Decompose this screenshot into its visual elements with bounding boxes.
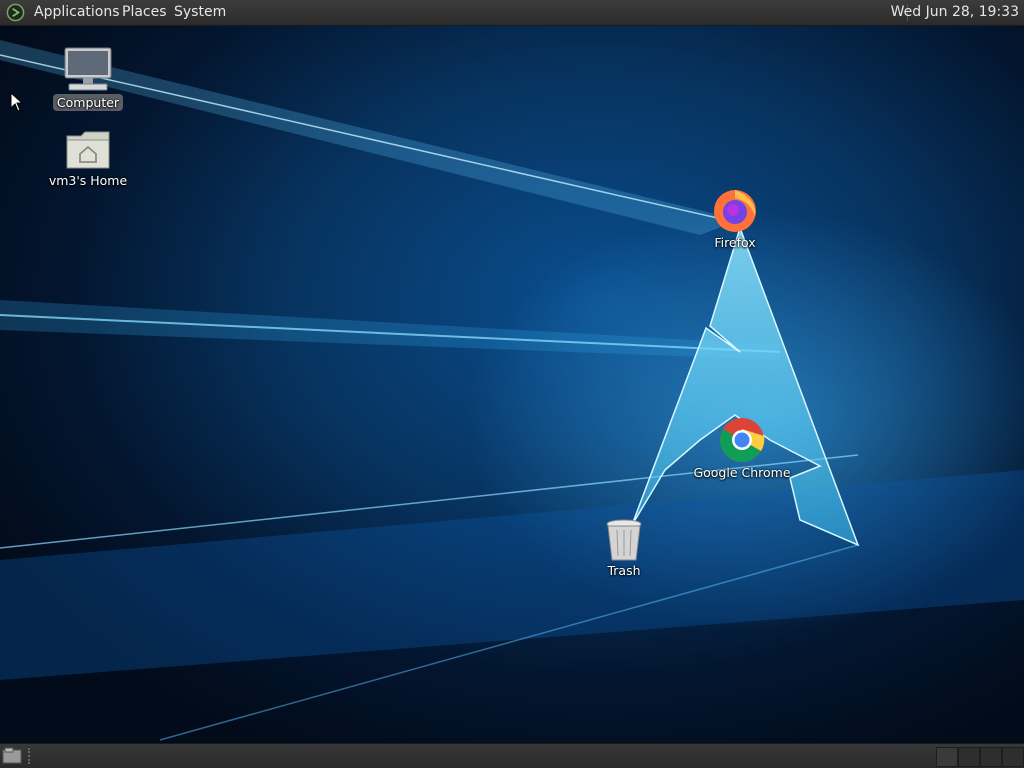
mate-logo-icon[interactable] [6,3,25,22]
desktop-icon-trash[interactable]: Trash [596,518,652,579]
desktop-icon-computer[interactable]: Computer [50,46,126,111]
desktop-icon-home[interactable]: vm3's Home [44,128,132,189]
bottom-panel [0,743,1024,768]
desktop-icon-chrome[interactable]: Google Chrome [688,416,796,481]
firefox-icon [714,190,756,232]
icon-label-firefox: Firefox [714,235,756,250]
menu-system[interactable]: System [174,4,226,20]
wallpaper-art [0,40,1024,741]
menu-applications[interactable]: Applications [34,4,120,20]
top-panel: Applications Places System Wed Jun 28, 1… [0,0,1024,26]
computer-icon [64,47,112,91]
mouse-cursor-icon [10,92,24,112]
chrome-icon [720,418,765,462]
workspace-1[interactable] [936,747,958,767]
clock[interactable]: Wed Jun 28, 19:33 [891,4,1019,20]
icon-label-computer: Computer [52,94,124,111]
desktop[interactable]: Applications Places System Wed Jun 28, 1… [0,0,1024,768]
trash-icon [606,519,642,561]
workspace-2[interactable] [958,747,980,767]
icon-label-home: vm3's Home [48,173,128,188]
home-folder-icon [66,131,110,169]
menu-places[interactable]: Places [122,4,167,20]
panel-handle[interactable] [28,748,34,764]
show-desktop-icon[interactable] [2,747,24,765]
icon-label-chrome: Google Chrome [693,465,791,480]
workspace-4[interactable] [1002,747,1024,767]
desktop-icon-firefox[interactable]: Firefox [700,186,770,251]
workspace-3[interactable] [980,747,1002,767]
icon-label-trash: Trash [607,563,641,578]
